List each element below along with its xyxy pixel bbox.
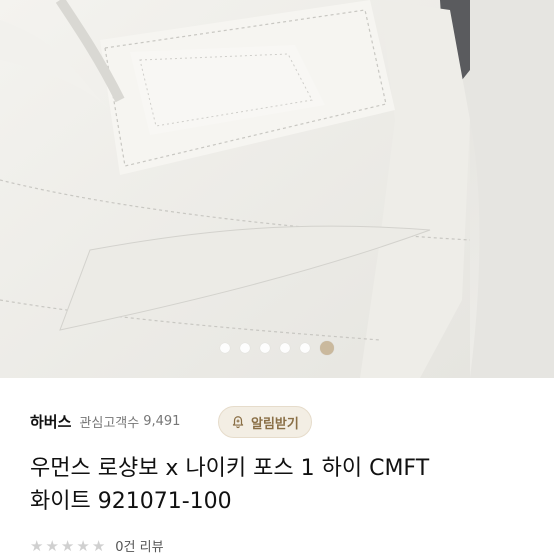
product-photo <box>0 0 554 378</box>
product-image-carousel[interactable] <box>0 0 554 378</box>
star-icon: ★ <box>45 536 59 555</box>
follower-label: 관심고객수 <box>79 415 140 431</box>
shop-name[interactable]: 하버스 <box>30 411 71 432</box>
star-icon: ★ <box>76 536 90 555</box>
carousel-dot[interactable] <box>280 343 290 353</box>
carousel-indicator <box>0 341 554 355</box>
product-title-line: 화이트 921071-100 <box>30 489 232 514</box>
star-icon: ★ <box>91 536 106 555</box>
alert-subscribe-button[interactable]: 알림받기 <box>218 406 312 438</box>
star-icon: ★ <box>30 536 44 555</box>
bell-plus-icon <box>232 416 244 429</box>
product-title: 우먼스 로샹보 x 나이키 포스 1 하이 CMFT 화이트 921071-10… <box>30 452 540 518</box>
carousel-dot-active[interactable] <box>320 341 334 355</box>
review-count: 0건 리뷰 <box>115 540 164 555</box>
alert-button-label: 알림받기 <box>251 416 299 432</box>
product-title-line: 우먼스 로샹보 x 나이키 포스 1 하이 CMFT <box>30 456 430 481</box>
follower-count: 9,491 <box>143 413 181 429</box>
carousel-dot[interactable] <box>220 343 230 353</box>
carousel-dot[interactable] <box>260 343 270 353</box>
carousel-dot[interactable] <box>240 343 250 353</box>
carousel-dot[interactable] <box>300 343 310 353</box>
rating-summary[interactable]: ★ ★ ★ ★ ★ 0건 리뷰 <box>30 536 164 555</box>
star-icon: ★ <box>60 536 75 555</box>
shop-info: 하버스 관심고객수 9,491 <box>30 404 180 438</box>
